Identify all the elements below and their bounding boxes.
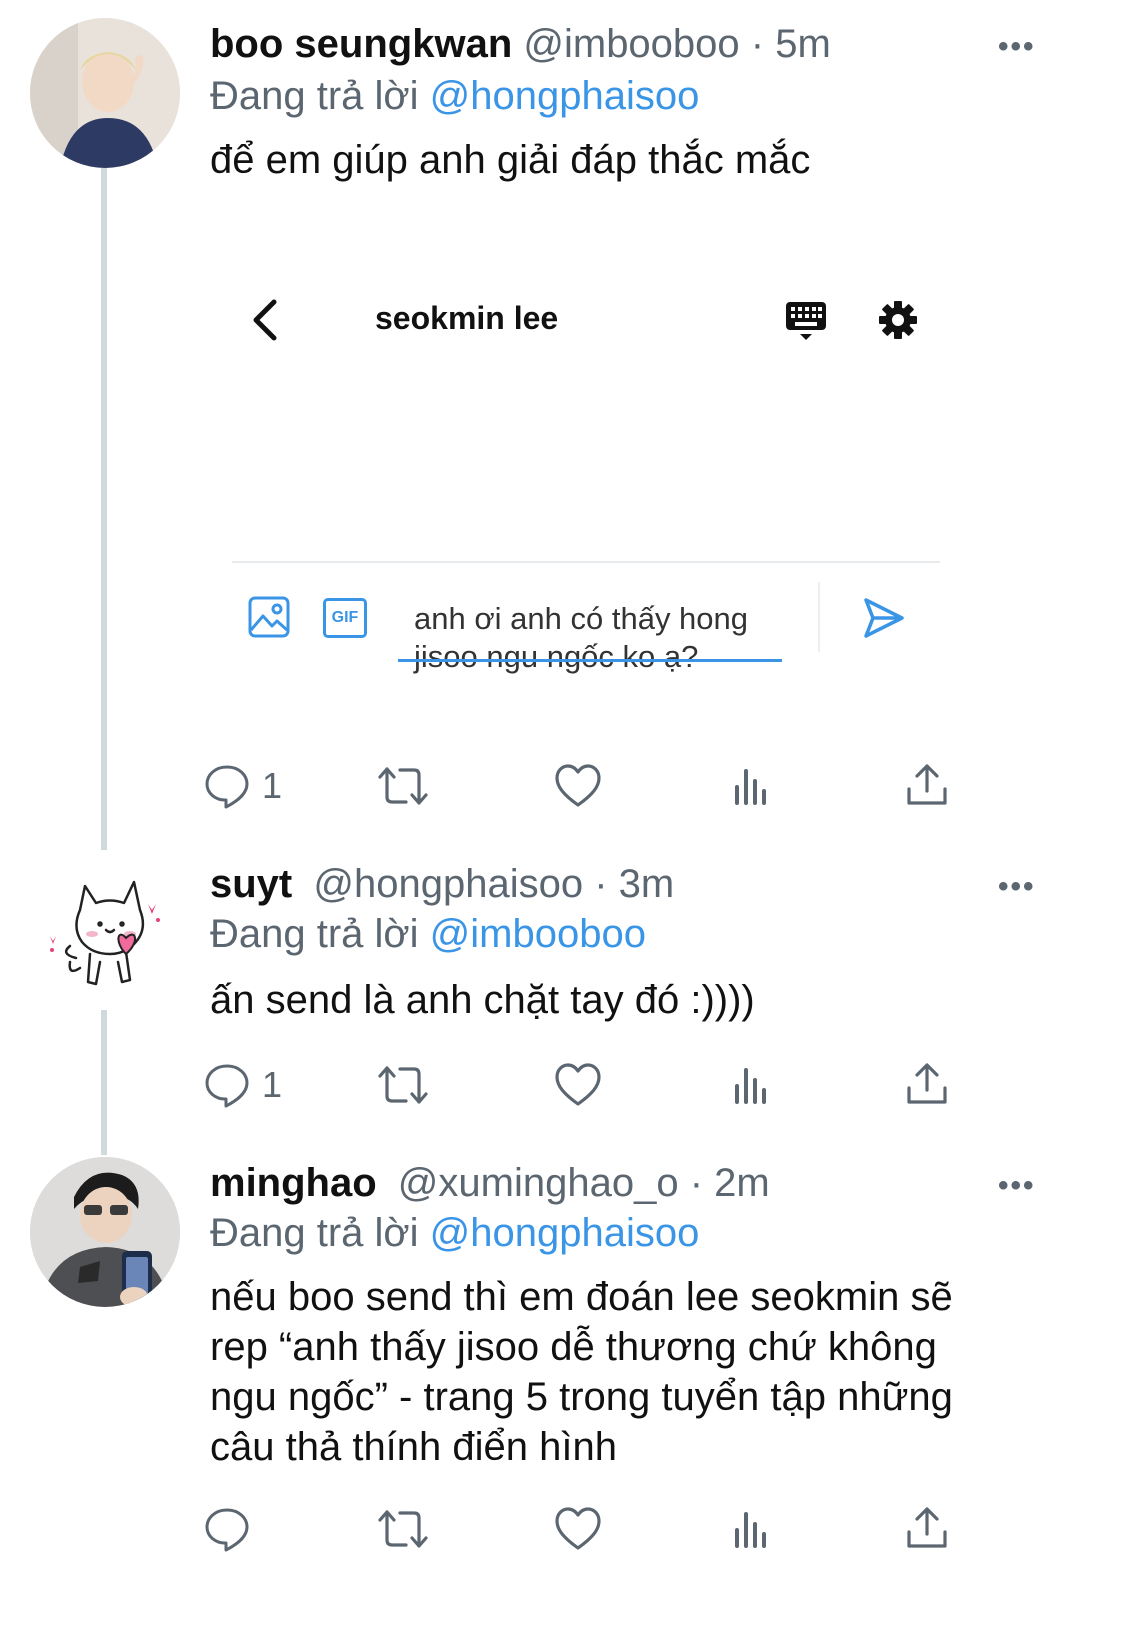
share-button[interactable] (906, 1506, 948, 1550)
more-options-button[interactable]: ••• (998, 1169, 1036, 1203)
input-underline (398, 659, 782, 662)
tweet-header: boo seungkwan @imbooboo · 5m (210, 22, 831, 67)
heart-icon (555, 1063, 601, 1106)
thread-line (101, 168, 107, 850)
mention-link[interactable]: @hongphaisoo (430, 1211, 700, 1255)
mention-link[interactable]: @imbooboo (430, 912, 646, 956)
analytics-button[interactable] (733, 1064, 773, 1106)
tweet-text: ấn send là anh chặt tay đó :)))) (210, 978, 755, 1022)
handle-time: @xuminghao_o · 2m (397, 1161, 770, 1205)
keyboard-icon (786, 302, 826, 340)
analytics-icon (735, 1068, 766, 1104)
reply-count: 1 (262, 1064, 283, 1105)
analytics-button[interactable] (733, 765, 773, 807)
share-button[interactable] (906, 1062, 948, 1106)
like-button[interactable] (554, 763, 602, 809)
analytics-icon (735, 769, 766, 805)
heart-icon (555, 1507, 601, 1550)
message-input-text: anh ơi anh có thấy hong jisoo ngu ngốc k… (414, 601, 749, 674)
display-name[interactable]: minghao (210, 1161, 377, 1205)
thread-line (101, 1010, 107, 1155)
back-arrow-icon (253, 299, 277, 341)
send-icon (864, 598, 904, 638)
reply-context: Đang trả lời @hongphaisoo (210, 74, 700, 118)
retweet-button[interactable] (376, 1506, 430, 1552)
reply-button[interactable]: 1 (204, 763, 282, 809)
input-separator (818, 582, 820, 652)
reply-icon (205, 1508, 249, 1552)
reply-button[interactable] (204, 1506, 262, 1552)
share-button[interactable] (906, 763, 948, 807)
image-icon (248, 596, 290, 638)
share-icon (907, 764, 947, 805)
reply-count: 1 (262, 765, 283, 806)
reply-icon (205, 765, 249, 809)
more-options-button[interactable]: ••• (998, 870, 1036, 904)
retweet-icon (378, 1066, 428, 1104)
retweet-button[interactable] (376, 1062, 430, 1108)
like-button[interactable] (554, 1062, 602, 1108)
handle-time: @hongphaisoo · 3m (313, 862, 675, 906)
display-name[interactable]: suyt (210, 862, 292, 906)
reply-icon (205, 1064, 249, 1108)
avatar[interactable] (30, 18, 180, 168)
share-icon (907, 1507, 947, 1548)
reply-context: Đang trả lời @hongphaisoo (210, 1211, 700, 1255)
tweet-header: minghao @xuminghao_o · 2m (210, 1161, 770, 1206)
heart-icon (555, 764, 601, 807)
settings-gear-icon (879, 301, 917, 339)
tweet-header: suyt @hongphaisoo · 3m (210, 862, 674, 907)
retweet-button[interactable] (376, 763, 430, 809)
avatar[interactable] (30, 858, 180, 1008)
analytics-button[interactable] (733, 1508, 773, 1550)
reply-context: Đang trả lời @imbooboo (210, 912, 646, 956)
retweet-icon (378, 1510, 428, 1548)
mention-link[interactable]: @hongphaisoo (430, 74, 700, 118)
analytics-icon (735, 1512, 766, 1548)
reply-button[interactable]: 1 (204, 1062, 282, 1108)
like-button[interactable] (554, 1506, 602, 1552)
retweet-icon (378, 767, 428, 805)
avatar[interactable] (30, 1157, 180, 1307)
composer-divider (232, 561, 940, 563)
dm-title: seokmin lee (375, 300, 559, 336)
more-options-button[interactable]: ••• (998, 30, 1036, 64)
tweet-text: để em giúp anh giải đáp thắc mắc (210, 138, 811, 182)
display-name[interactable]: boo seungkwan (210, 22, 512, 66)
share-icon (907, 1063, 947, 1104)
gif-icon: GIF (323, 598, 367, 638)
handle-time: @imbooboo · 5m (523, 22, 831, 66)
tweet-text: nếu boo send thì em đoán lee seokmin sẽ … (210, 1275, 953, 1469)
